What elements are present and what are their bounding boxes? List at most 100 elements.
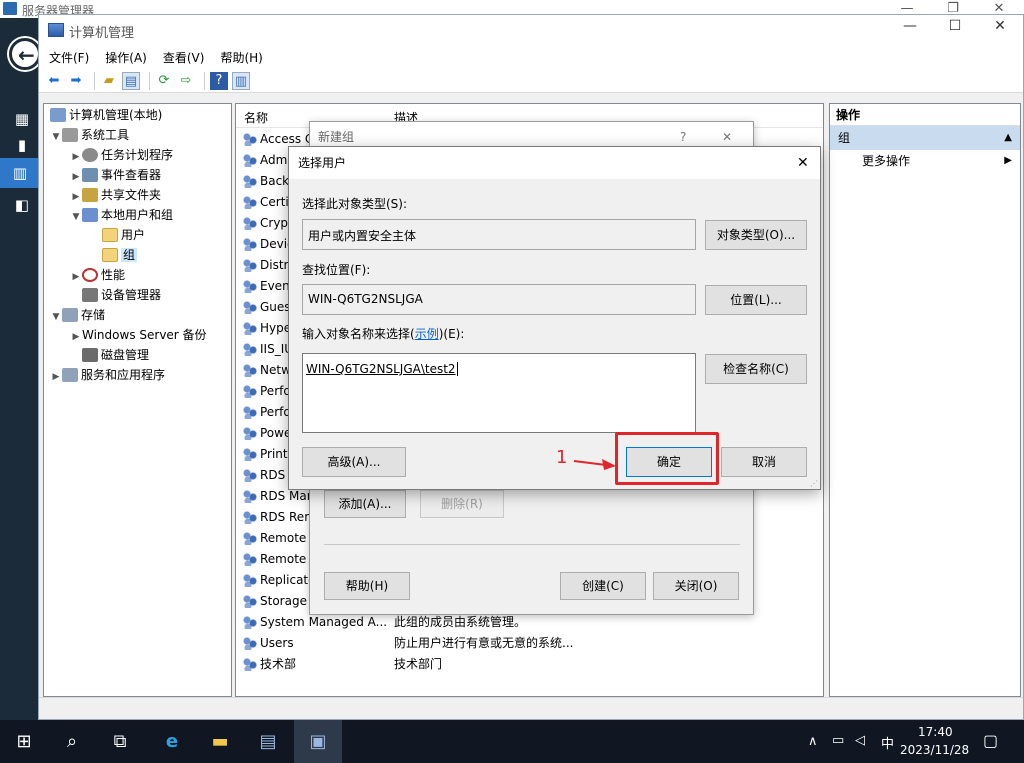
- file-explorer-icon[interactable]: ▬: [196, 720, 244, 763]
- group-description: 此组的成员由系统管理。: [394, 615, 527, 629]
- performance-icon: [82, 268, 98, 282]
- menu-file[interactable]: 文件(F): [49, 49, 89, 66]
- examples-link[interactable]: 示例: [415, 327, 439, 341]
- tray-overflow-icon[interactable]: ∧: [808, 734, 818, 749]
- clock-time[interactable]: 17:40: [918, 725, 953, 739]
- tree-item-services-apps[interactable]: ▶ 服务和应用程序: [50, 365, 165, 385]
- computer-management-taskbar-icon[interactable]: ▣: [294, 720, 342, 763]
- expand-chevron-icon[interactable]: ▶: [70, 267, 82, 287]
- collapse-up-icon[interactable]: ▲: [1004, 126, 1012, 150]
- task-view-icon[interactable]: ⧉: [96, 720, 144, 763]
- object-names-input[interactable]: WIN-Q6TG2NSLJGA\test2: [302, 353, 696, 433]
- resize-grip-icon[interactable]: ⋰: [810, 479, 818, 488]
- collapse-chevron-icon[interactable]: ▼: [50, 307, 62, 327]
- search-icon[interactable]: ⌕: [48, 720, 96, 763]
- menu-help[interactable]: 帮助(H): [220, 49, 262, 66]
- group-icon: [242, 321, 258, 335]
- forward-arrow-icon[interactable]: ➡: [67, 72, 85, 90]
- expand-chevron-icon[interactable]: ▶: [50, 367, 62, 387]
- ime-indicator[interactable]: 中: [881, 733, 894, 752]
- event-viewer-icon: [82, 168, 98, 182]
- group-icon: [242, 657, 258, 671]
- refresh-icon[interactable]: ⟳: [155, 72, 173, 90]
- tree-item-storage[interactable]: ▼ 存储: [50, 305, 105, 325]
- tree-item-performance[interactable]: ▶ 性能: [70, 265, 125, 285]
- internet-explorer-icon[interactable]: e: [148, 720, 196, 763]
- file-storage-icon[interactable]: ◧: [12, 196, 32, 214]
- tree-item-local-users-groups[interactable]: ▼ 本地用户和组: [70, 205, 173, 225]
- group-name: Print: [260, 447, 288, 461]
- list-item[interactable]: 技术部 技术部门: [242, 654, 822, 675]
- tree-item-windows-backup[interactable]: ▶ Windows Server 备份: [70, 325, 207, 345]
- tree-item-users[interactable]: 用户: [102, 225, 145, 245]
- advanced-button[interactable]: 高级(A)...: [302, 447, 406, 477]
- add-member-button[interactable]: 添加(A)...: [324, 490, 406, 518]
- tools-icon: [62, 128, 78, 142]
- users-groups-icon: [82, 208, 98, 222]
- tree-item-device-manager[interactable]: 设备管理器: [82, 285, 161, 305]
- dashboard-icon[interactable]: ▦: [12, 110, 32, 128]
- tree-item-task-scheduler[interactable]: ▶ 任务计划程序: [70, 145, 173, 165]
- tree-item-groups[interactable]: 组: [102, 245, 138, 265]
- list-item[interactable]: System Managed A... 此组的成员由系统管理。: [242, 612, 822, 633]
- notifications-icon[interactable]: ▢: [983, 731, 998, 750]
- create-button[interactable]: 创建(C): [560, 572, 646, 600]
- cancel-button[interactable]: 取消: [721, 447, 807, 477]
- group-icon: [242, 552, 258, 566]
- tree-item-system-tools[interactable]: ▼ 系统工具: [50, 125, 129, 145]
- collapse-chevron-icon[interactable]: ▼: [50, 127, 62, 147]
- expand-chevron-icon[interactable]: ▶: [70, 167, 82, 187]
- expand-chevron-icon[interactable]: ▶: [70, 187, 82, 207]
- check-names-button[interactable]: 检查名称(C): [705, 354, 807, 384]
- group-name: Storage: [260, 594, 307, 608]
- dialog-divider: [324, 544, 740, 545]
- back-arrow-icon[interactable]: ⬅: [45, 72, 63, 90]
- select-users-close-button[interactable]: ✕: [797, 147, 809, 179]
- remove-member-button[interactable]: 删除(R): [420, 490, 504, 518]
- export-list-icon[interactable]: ⇨: [177, 72, 195, 90]
- actions-group-section[interactable]: 组 ▲: [830, 126, 1020, 150]
- server-manager-sidebar: ← ▦ ▮ ▥ ◧: [0, 18, 41, 720]
- expand-chevron-icon[interactable]: ▶: [70, 147, 82, 167]
- locations-button[interactable]: 位置(L)...: [705, 285, 807, 315]
- server-manager-taskbar-icon[interactable]: ▤: [244, 720, 292, 763]
- help-icon[interactable]: ?: [210, 71, 228, 90]
- group-icon: [242, 468, 258, 482]
- clock-date[interactable]: 2023/11/28: [900, 743, 969, 757]
- expand-chevron-icon[interactable]: ▶: [70, 327, 82, 347]
- menu-view[interactable]: 查看(V): [163, 49, 205, 66]
- column-header-name[interactable]: 名称: [244, 109, 268, 126]
- group-name: RDS Mar: [260, 489, 312, 503]
- shared-folder-icon: [82, 188, 98, 202]
- more-actions-item[interactable]: 更多操作 ▶: [830, 150, 1020, 172]
- all-servers-icon[interactable]: ▥: [0, 158, 40, 188]
- group-name: Back: [260, 174, 290, 188]
- local-server-icon[interactable]: ▮: [12, 136, 32, 154]
- close-button[interactable]: ✕: [977, 18, 1023, 34]
- back-button[interactable]: ←: [9, 38, 41, 70]
- object-types-button[interactable]: 对象类型(O)...: [705, 220, 807, 250]
- minimize-button[interactable]: —: [887, 18, 933, 34]
- tree-item-event-viewer[interactable]: ▶ 事件查看器: [70, 165, 161, 185]
- start-windows-icon[interactable]: ⊞: [0, 720, 48, 763]
- volume-icon[interactable]: ◁: [855, 733, 865, 748]
- close-dialog-button[interactable]: 关闭(O): [653, 572, 739, 600]
- group-icon: [242, 174, 258, 188]
- annotation-number: 1: [556, 447, 568, 468]
- maximize-button[interactable]: ☐: [932, 18, 978, 34]
- tree-item-root[interactable]: 计算机管理(本地): [50, 105, 162, 125]
- new-group-title: 新建组: [318, 130, 355, 144]
- tree-item-shared-folders[interactable]: ▶ 共享文件夹: [70, 185, 161, 205]
- menu-bar: 文件(F) 操作(A) 查看(V) 帮助(H): [39, 45, 1023, 69]
- show-action-pane-icon[interactable]: ▥: [232, 71, 250, 90]
- collapse-chevron-icon[interactable]: ▼: [70, 207, 82, 227]
- up-folder-icon[interactable]: ▰: [100, 72, 118, 90]
- list-item[interactable]: Users 防止用户进行有意或无意的系统...: [242, 633, 822, 654]
- help-button[interactable]: 帮助(H): [324, 572, 410, 600]
- object-names-value: WIN-Q6TG2NSLJGA\test2: [306, 362, 458, 376]
- show-tree-icon[interactable]: ▤: [122, 71, 140, 90]
- group-name: Adm: [260, 153, 288, 167]
- tree-item-disk-management[interactable]: 磁盘管理: [82, 345, 149, 365]
- menu-action[interactable]: 操作(A): [105, 49, 147, 66]
- network-icon[interactable]: ▭: [832, 733, 844, 748]
